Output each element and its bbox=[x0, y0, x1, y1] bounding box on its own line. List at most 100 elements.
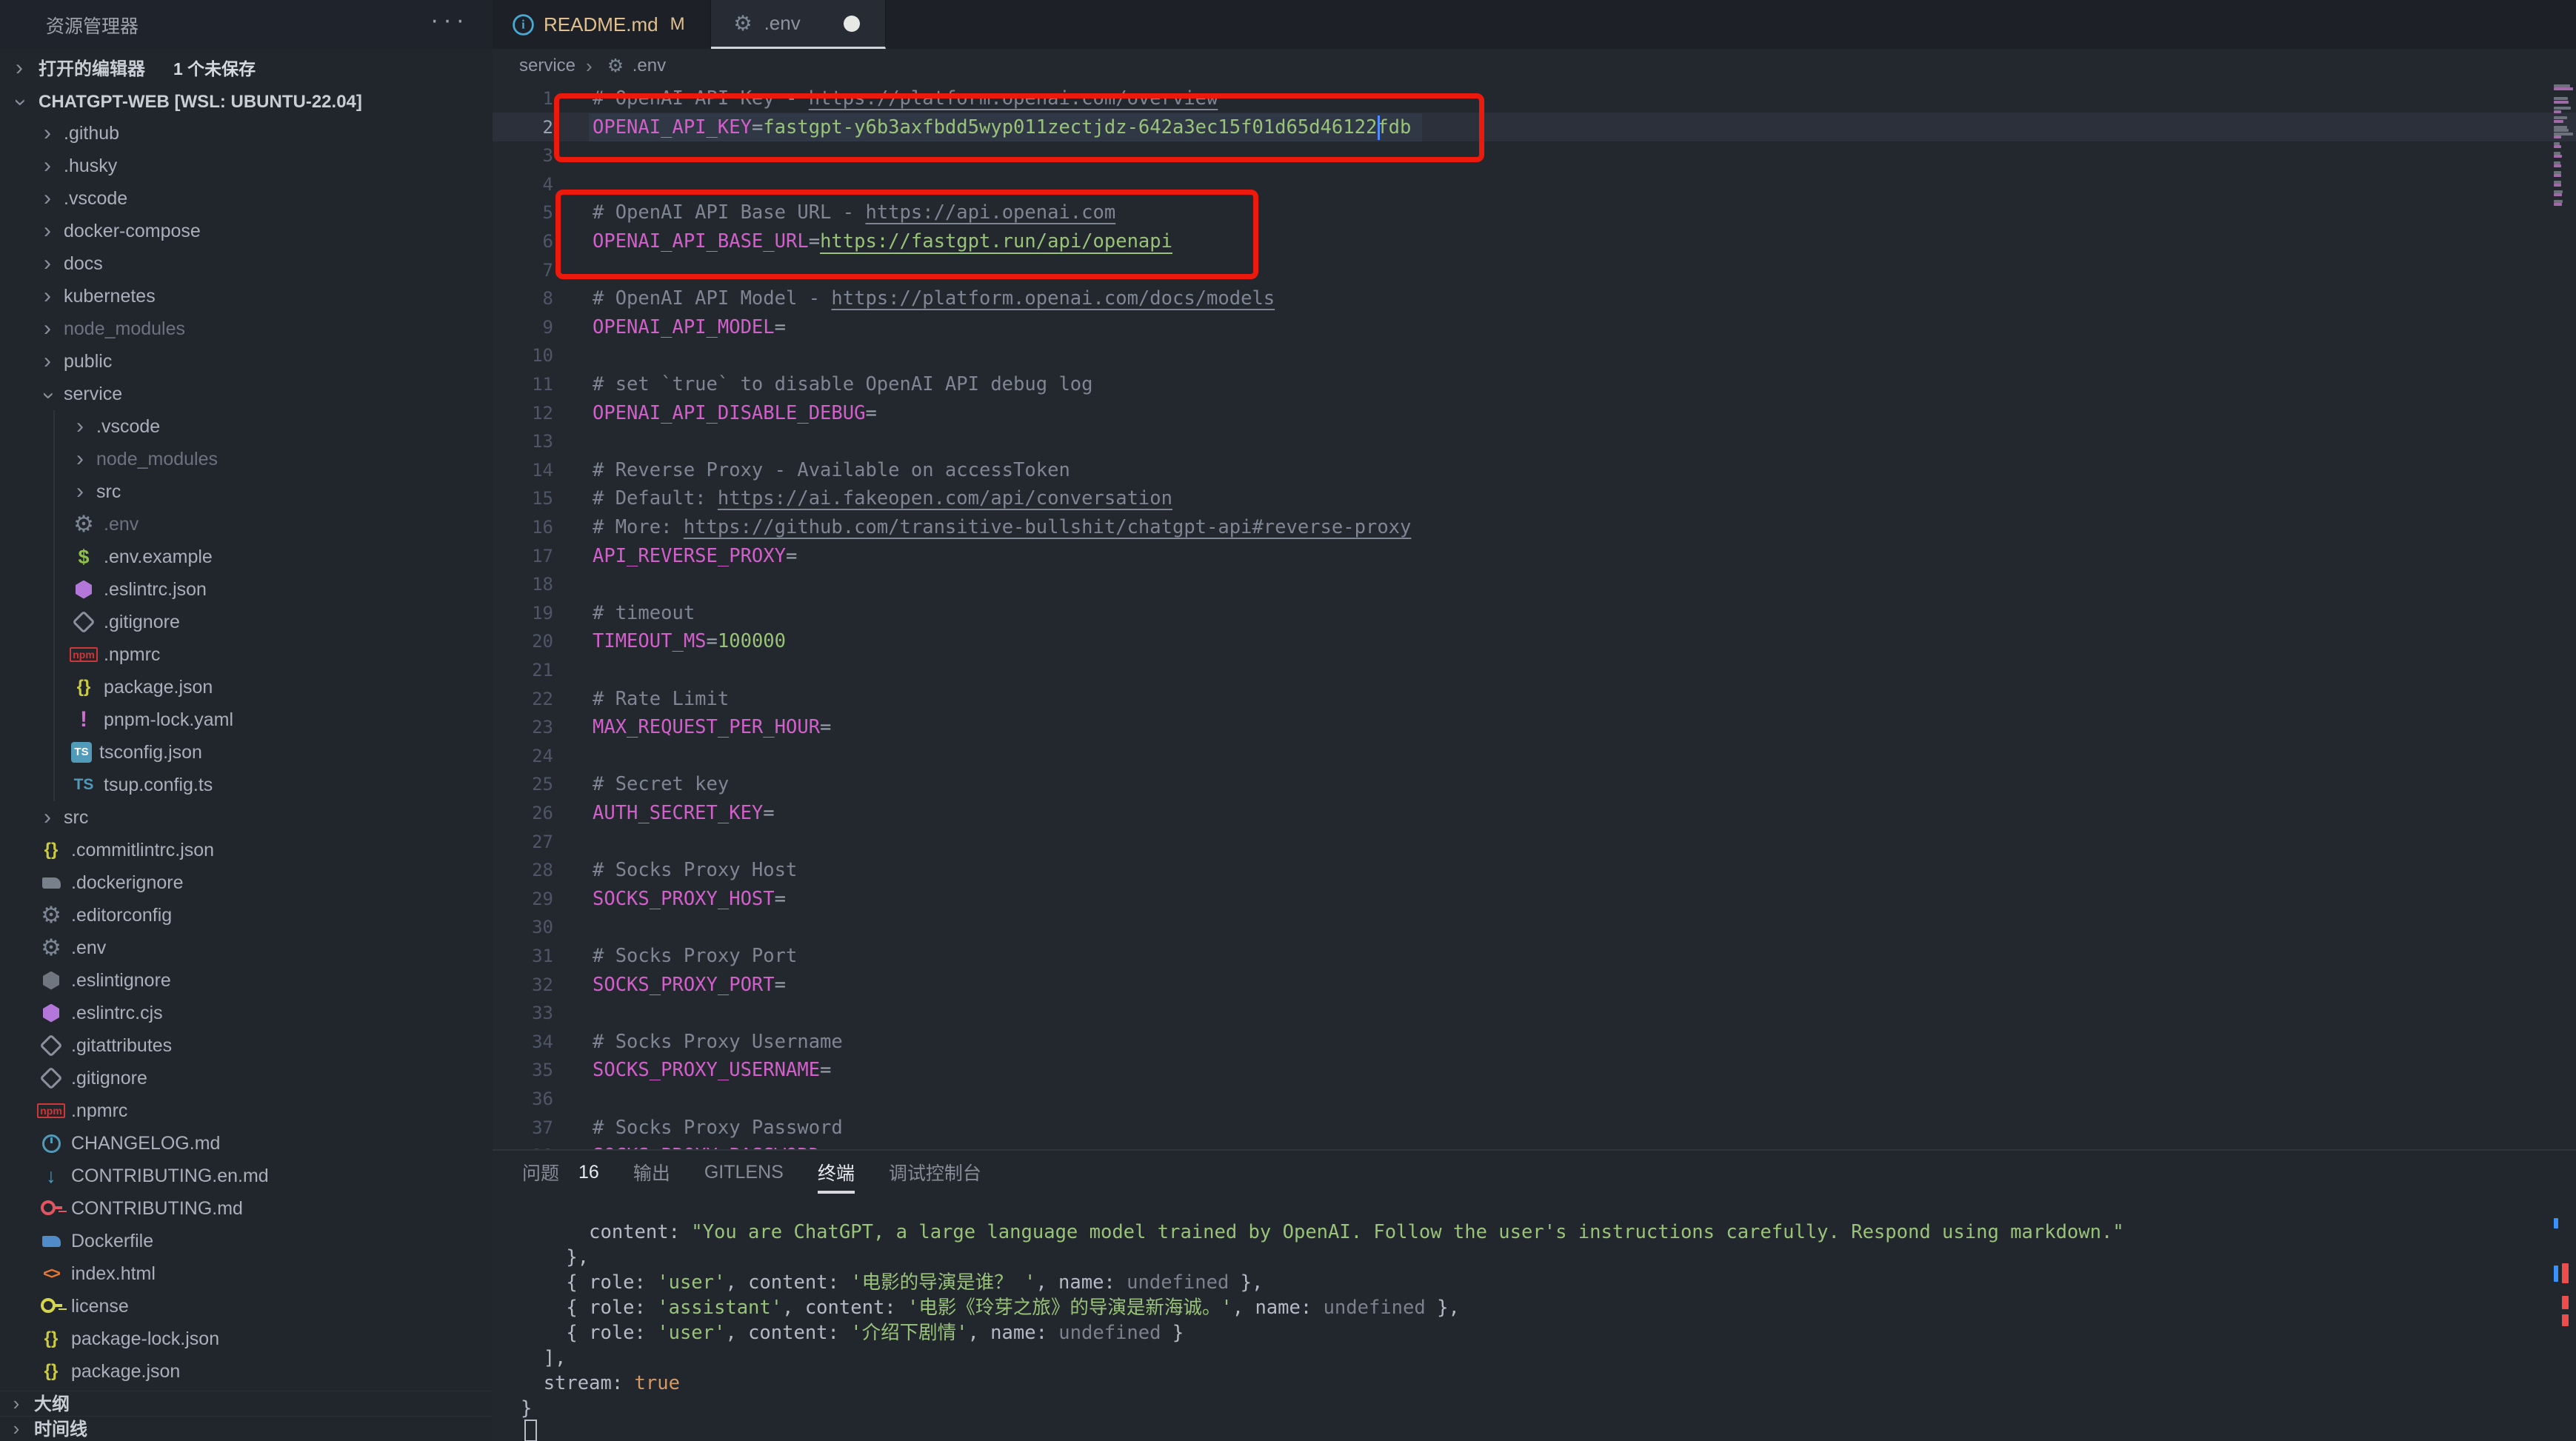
tree-item-tsup.config.ts[interactable]: tsup.config.ts bbox=[0, 769, 493, 801]
tree-item-label: .vscode bbox=[64, 182, 127, 215]
panel-tab-调试控制台[interactable]: 调试控制台 bbox=[889, 1151, 981, 1194]
npm-icon bbox=[71, 642, 96, 667]
tree-item-src[interactable]: ›src bbox=[0, 475, 493, 508]
tree-item-docs[interactable]: ›docs bbox=[0, 247, 493, 280]
token-key: SOCKS_PROXY_HOST bbox=[593, 888, 775, 910]
panel-tab-label: GITLENS bbox=[704, 1162, 784, 1183]
line-number: 9 bbox=[493, 313, 553, 342]
code-line-8[interactable]: # OpenAI API Model - https://platform.op… bbox=[593, 284, 1275, 313]
tree-item-package.json[interactable]: package.json bbox=[0, 671, 493, 703]
tree-item-.gitignore[interactable]: .gitignore bbox=[0, 606, 493, 638]
code-line-35[interactable]: SOCKS_PROXY_USERNAME= bbox=[593, 1056, 831, 1085]
tree-item-.env[interactable]: .env bbox=[0, 932, 493, 964]
code-line-37[interactable]: # Socks Proxy Password bbox=[593, 1114, 843, 1143]
token-cm: # Reverse Proxy - Available on accessTok… bbox=[593, 459, 1070, 481]
code-line-12[interactable]: OPENAI_API_DISABLE_DEBUG= bbox=[593, 399, 877, 428]
code-line-25[interactable]: # Secret key bbox=[593, 770, 729, 799]
code-line-38[interactable]: SOCKS_PROXY_PASSWORD= bbox=[593, 1142, 831, 1149]
tab-readme.md[interactable]: README.mdM bbox=[493, 0, 711, 49]
braces-icon bbox=[71, 675, 96, 700]
tree-item-.commitlintrc.json[interactable]: .commitlintrc.json bbox=[0, 834, 493, 866]
tab-bar: README.mdM.env bbox=[493, 0, 2576, 49]
tree-item-pnpm-lock.yaml[interactable]: pnpm-lock.yaml bbox=[0, 703, 493, 736]
tree-item-contributing.md[interactable]: CONTRIBUTING.md bbox=[0, 1192, 493, 1225]
tree-item-.dockerignore[interactable]: .dockerignore bbox=[0, 866, 493, 899]
code-line-28[interactable]: # Socks Proxy Host bbox=[593, 856, 797, 885]
minimap[interactable] bbox=[2551, 83, 2575, 1149]
token-op: = bbox=[775, 888, 786, 910]
tree-item-.eslintrc.json[interactable]: .eslintrc.json bbox=[0, 573, 493, 606]
code-line-11[interactable]: # set `true` to disable OpenAI API debug… bbox=[593, 370, 1093, 399]
tree-item-tsconfig.json[interactable]: tsconfig.json bbox=[0, 736, 493, 769]
tree-item-index.html[interactable]: index.html bbox=[0, 1257, 493, 1290]
tree-item-.vscode[interactable]: ›.vscode bbox=[0, 410, 493, 443]
code-line-26[interactable]: AUTH_SECRET_KEY= bbox=[593, 799, 775, 828]
breadcrumb-folder[interactable]: service bbox=[519, 56, 575, 76]
code-line-23[interactable]: MAX_REQUEST_PER_HOUR= bbox=[593, 713, 831, 742]
code-line-17[interactable]: API_REVERSE_PROXY= bbox=[593, 542, 797, 571]
tree-item-contributing.en.md[interactable]: CONTRIBUTING.en.md bbox=[0, 1160, 493, 1192]
panel-tab-gitlens[interactable]: GITLENS bbox=[704, 1151, 784, 1194]
open-editors-section[interactable]: ›打开的编辑器1 个未保存 bbox=[0, 52, 493, 84]
tree-item-node_modules[interactable]: ›node_modules bbox=[0, 443, 493, 475]
tree-item-.husky[interactable]: ›.husky bbox=[0, 150, 493, 182]
code-line-29[interactable]: SOCKS_PROXY_HOST= bbox=[593, 885, 786, 914]
tree-item-.eslintignore[interactable]: .eslintignore bbox=[0, 964, 493, 997]
tree-item-docker-compose[interactable]: ›docker-compose bbox=[0, 215, 493, 247]
tree-item-service[interactable]: ›service bbox=[0, 378, 493, 410]
tree-item-src[interactable]: ›src bbox=[0, 801, 493, 834]
unsaved-dot-icon[interactable] bbox=[844, 16, 860, 32]
code-line-14[interactable]: # Reverse Proxy - Available on accessTok… bbox=[593, 456, 1070, 485]
token-cm: # Socks Proxy Port bbox=[593, 945, 797, 967]
chevron-right-icon: › bbox=[7, 1417, 25, 1441]
terminal-output[interactable]: content: "You are ChatGPT, a large langu… bbox=[521, 1220, 2124, 1421]
tree-item-dockerfile[interactable]: Dockerfile bbox=[0, 1225, 493, 1257]
code-line-20[interactable]: TIMEOUT_MS=100000 bbox=[593, 627, 786, 656]
project-root-section[interactable]: ›CHATGPT-WEB [WSL: UBUNTU-22.04] bbox=[0, 84, 493, 117]
braces-icon bbox=[39, 1326, 64, 1351]
code-line-34[interactable]: # Socks Proxy Username bbox=[593, 1028, 843, 1057]
code-line-9[interactable]: OPENAI_API_MODEL= bbox=[593, 313, 786, 342]
tree-item-node_modules[interactable]: ›node_modules bbox=[0, 312, 493, 345]
breadcrumb[interactable]: service › .env bbox=[493, 49, 2576, 83]
code-line-31[interactable]: # Socks Proxy Port bbox=[593, 942, 797, 971]
panel-tab-问题[interactable]: 问题16 bbox=[522, 1151, 599, 1194]
code-line-19[interactable]: # timeout bbox=[593, 599, 695, 628]
tree-item-.editorconfig[interactable]: .editorconfig bbox=[0, 899, 493, 932]
code-line-22[interactable]: # Rate Limit bbox=[593, 685, 729, 714]
timeline-section[interactable]: › 时间线 bbox=[0, 1416, 493, 1441]
scrollbar-mark bbox=[2554, 1218, 2558, 1228]
minimap-line-mark bbox=[2554, 110, 2561, 113]
tree-item-.github[interactable]: ›.github bbox=[0, 117, 493, 150]
code-line-32[interactable]: SOCKS_PROXY_PORT= bbox=[593, 971, 786, 1000]
tree-item-license[interactable]: license bbox=[0, 1290, 493, 1323]
tree-item-.gitattributes[interactable]: .gitattributes bbox=[0, 1029, 493, 1062]
terminal-line-8: } bbox=[521, 1396, 2124, 1421]
code-editor[interactable]: 1234567891011121314151617181920212223242… bbox=[493, 83, 2576, 1149]
tree-item-.npmrc[interactable]: .npmrc bbox=[0, 1094, 493, 1127]
breadcrumb-file[interactable]: .env bbox=[633, 56, 666, 76]
tree-item-package-lock.json[interactable]: package-lock.json bbox=[0, 1323, 493, 1355]
tab-.env[interactable]: .env bbox=[711, 0, 886, 49]
panel-tab-终端[interactable]: 终端 bbox=[818, 1151, 855, 1194]
code-line-15[interactable]: # Default: https://ai.fakeopen.com/api/c… bbox=[593, 484, 1172, 513]
tree-item-.npmrc[interactable]: .npmrc bbox=[0, 638, 493, 671]
code-line-16[interactable]: # More: https://github.com/transitive-bu… bbox=[593, 513, 1411, 542]
tree-item-.env[interactable]: .env bbox=[0, 508, 493, 541]
tree-item-changelog.md[interactable]: CHANGELOG.md bbox=[0, 1127, 493, 1160]
npm-icon bbox=[39, 1098, 64, 1123]
tree-item-.eslintrc.cjs[interactable]: .eslintrc.cjs bbox=[0, 997, 493, 1029]
panel-tab-label: 终端 bbox=[818, 1159, 855, 1186]
tree-item-.env.example[interactable]: .env.example bbox=[0, 541, 493, 573]
outline-label: 大纲 bbox=[34, 1394, 70, 1414]
panel-tab-输出[interactable]: 输出 bbox=[633, 1151, 670, 1194]
more-actions-icon[interactable]: ··· bbox=[430, 6, 469, 35]
tree-item-package.json[interactable]: package.json bbox=[0, 1355, 493, 1388]
outline-section[interactable]: ›大纲 bbox=[0, 1391, 493, 1416]
tree-item-public[interactable]: ›public bbox=[0, 345, 493, 378]
timeline-label: 时间线 bbox=[34, 1420, 87, 1440]
terminal-token-p: } bbox=[1161, 1322, 1184, 1344]
tree-item-.vscode[interactable]: ›.vscode bbox=[0, 182, 493, 215]
tree-item-.gitignore[interactable]: .gitignore bbox=[0, 1062, 493, 1094]
tree-item-kubernetes[interactable]: ›kubernetes bbox=[0, 280, 493, 312]
